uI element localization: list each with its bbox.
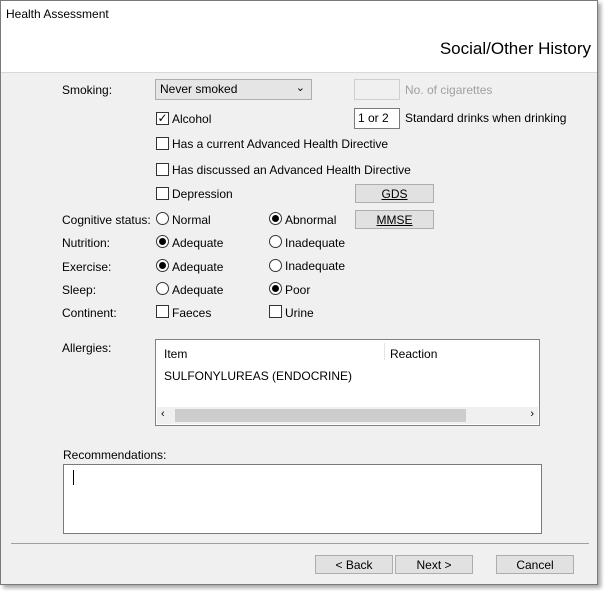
footer-divider — [11, 543, 589, 544]
allergy-item-cell: SULFONYLUREAS (ENDOCRINE) — [164, 369, 353, 383]
depression-checkbox[interactable] — [156, 187, 169, 200]
health-assessment-window: Health Assessment Social/Other History S… — [0, 0, 598, 585]
sleep-label: Sleep: — [62, 283, 97, 297]
text-caret — [73, 470, 74, 485]
alcohol-label: Alcohol — [172, 112, 212, 126]
cognitive-abnormal-label: Abnormal — [285, 213, 337, 227]
back-button[interactable]: < Back — [315, 555, 393, 574]
urine-checkbox[interactable] — [269, 305, 282, 318]
chevron-down-icon: ⌄ — [295, 82, 305, 94]
cognitive-abnormal-radio[interactable] — [269, 212, 282, 225]
wizard-header: Health Assessment Social/Other History — [1, 1, 597, 73]
sleep-adequate-radio[interactable] — [156, 282, 169, 295]
gds-button[interactable]: GDS — [355, 184, 434, 203]
table-row[interactable]: SULFONYLUREAS (ENDOCRINE) — [164, 369, 352, 383]
continent-label: Continent: — [62, 306, 117, 320]
discussed-directive-checkbox[interactable] — [156, 163, 169, 176]
column-divider[interactable] — [384, 343, 385, 360]
drinks-label: Standard drinks when drinking — [405, 111, 567, 125]
urine-label: Urine — [285, 306, 314, 320]
next-button[interactable]: Next > — [395, 555, 473, 574]
faeces-checkbox[interactable] — [156, 305, 169, 318]
sleep-poor-radio[interactable] — [269, 282, 282, 295]
exercise-inadequate-label: Inadequate — [285, 259, 346, 273]
section-title: Social/Other History — [439, 39, 591, 58]
sleep-poor-label: Poor — [285, 283, 311, 297]
current-directive-checkbox[interactable] — [156, 137, 169, 150]
cancel-button[interactable]: Cancel — [496, 555, 574, 574]
cognitive-normal-radio[interactable] — [156, 212, 169, 225]
drinks-input[interactable]: 1 or 2 — [354, 108, 400, 129]
window-title: Health Assessment — [6, 7, 109, 21]
nutrition-label: Nutrition: — [62, 236, 111, 250]
cigarettes-input[interactable] — [354, 79, 400, 100]
allergies-label: Allergies: — [62, 341, 112, 355]
allergies-list[interactable]: Item Reaction SULFONYLUREAS (ENDOCRINE) … — [155, 339, 540, 426]
mmse-button[interactable]: MMSE — [355, 210, 434, 229]
scrollbar-thumb[interactable] — [175, 409, 466, 422]
exercise-adequate-label: Adequate — [172, 260, 224, 274]
sleep-adequate-label: Adequate — [172, 283, 224, 297]
smoking-select[interactable]: Never smoked ⌄ — [155, 79, 312, 100]
depression-label: Depression — [172, 187, 233, 201]
cigarettes-label: No. of cigarettes — [405, 83, 493, 97]
gds-button-label: GDS — [381, 187, 408, 201]
column-header-reaction[interactable]: Reaction — [390, 347, 437, 361]
chevron-left-icon[interactable]: ‹ — [161, 408, 165, 420]
discussed-directive-label: Has discussed an Advanced Health Directi… — [172, 163, 411, 177]
current-directive-label: Has a current Advanced Health Directive — [172, 137, 389, 151]
nutrition-adequate-radio[interactable] — [156, 235, 169, 248]
nutrition-adequate-label: Adequate — [172, 236, 224, 250]
allergies-list-header: Item Reaction — [156, 340, 539, 362]
recommendations-textarea[interactable] — [63, 464, 542, 534]
cognitive-normal-label: Normal — [172, 213, 211, 227]
exercise-label: Exercise: — [62, 260, 112, 274]
smoking-select-value: Never smoked — [160, 82, 238, 96]
nutrition-inadequate-radio[interactable] — [269, 235, 282, 248]
exercise-adequate-radio[interactable] — [156, 259, 169, 272]
column-header-item[interactable]: Item — [164, 347, 187, 361]
checkmark-icon: ✓ — [157, 111, 168, 125]
mmse-button-label: MMSE — [376, 213, 413, 227]
faeces-label: Faeces — [172, 306, 212, 320]
cognitive-label: Cognitive status: — [62, 213, 151, 227]
recommendations-label: Recommendations: — [63, 448, 167, 462]
chevron-right-icon[interactable]: › — [530, 408, 534, 420]
allergies-horizontal-scrollbar[interactable]: ‹ › — [157, 407, 538, 424]
exercise-inadequate-radio[interactable] — [269, 259, 282, 272]
smoking-label: Smoking: — [62, 83, 113, 97]
nutrition-inadequate-label: Inadequate — [285, 236, 346, 250]
alcohol-checkbox[interactable]: ✓ — [156, 112, 169, 125]
